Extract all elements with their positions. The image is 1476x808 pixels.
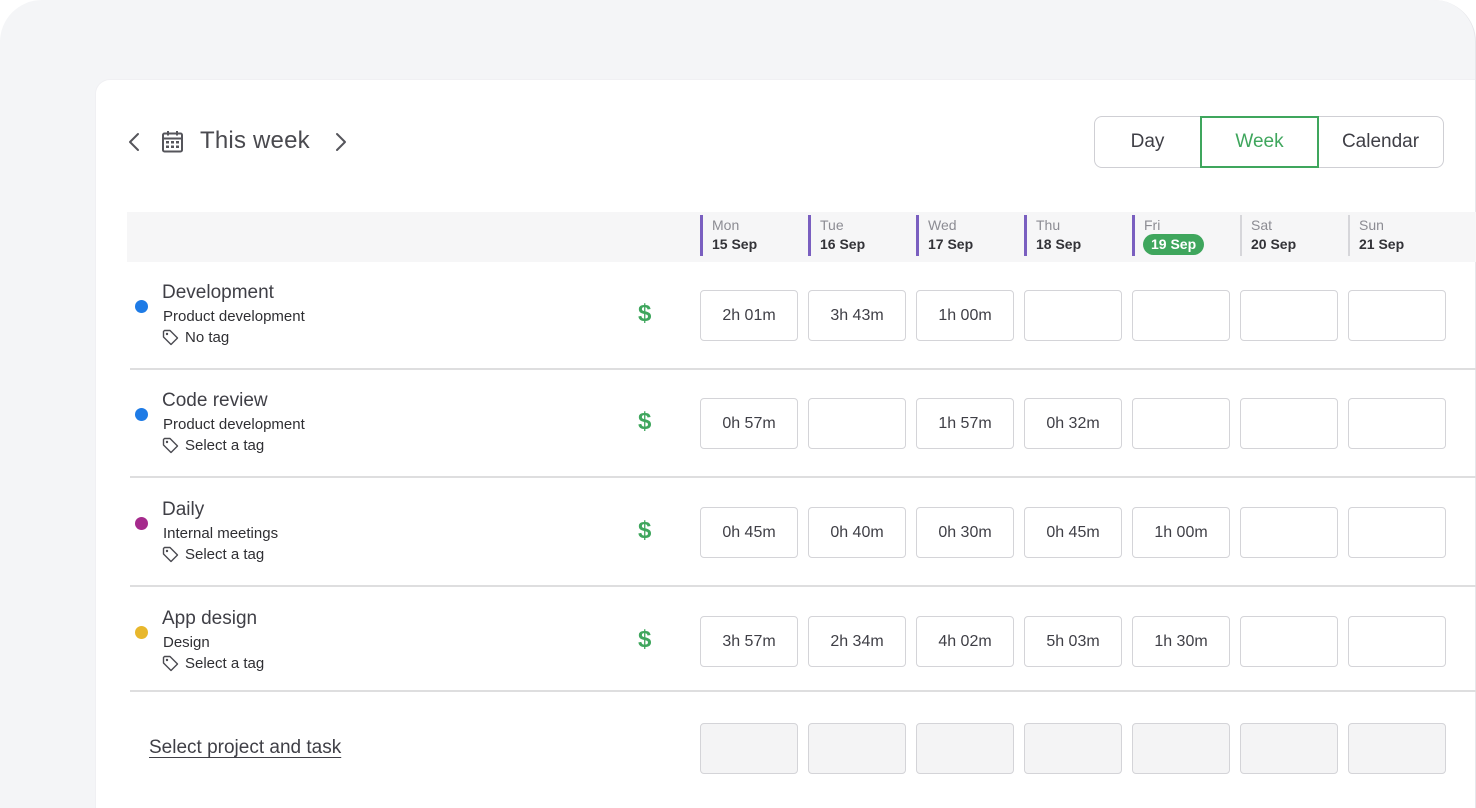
new-entry-cell[interactable] bbox=[1240, 723, 1338, 774]
time-entry-cell[interactable]: 3h 57m bbox=[700, 616, 798, 667]
project-name[interactable]: Code review bbox=[162, 390, 268, 412]
day-date: 15 Sep bbox=[712, 236, 758, 252]
project-name[interactable]: Development bbox=[162, 282, 274, 304]
day-date: 18 Sep bbox=[1036, 236, 1082, 252]
time-entry-cell[interactable] bbox=[1024, 290, 1122, 341]
time-entry-cell[interactable] bbox=[1348, 507, 1446, 558]
day-date: 16 Sep bbox=[820, 236, 866, 252]
day-header-fri: Fri 19 Sep bbox=[1132, 215, 1205, 256]
time-entry-cell[interactable]: 0h 40m bbox=[808, 507, 906, 558]
day-header-wed: Wed 17 Sep bbox=[916, 215, 973, 256]
project-color-dot bbox=[135, 300, 148, 313]
project-name[interactable]: Daily bbox=[162, 499, 204, 521]
chevron-left-icon[interactable] bbox=[124, 131, 146, 153]
billable-dollar-icon[interactable]: $ bbox=[638, 408, 651, 436]
time-entry-cell[interactable]: 0h 32m bbox=[1024, 398, 1122, 449]
task-name: Internal meetings bbox=[163, 525, 279, 542]
time-entry-cell[interactable] bbox=[1132, 398, 1230, 449]
billable-dollar-icon[interactable]: $ bbox=[638, 517, 651, 545]
tag-selector[interactable]: Select a tag bbox=[162, 546, 264, 563]
day-name: Wed bbox=[928, 217, 957, 233]
time-entry-cell[interactable]: 4h 02m bbox=[916, 616, 1014, 667]
time-entry-cell[interactable] bbox=[1348, 616, 1446, 667]
day-header-sun: Sun 21 Sep bbox=[1348, 215, 1404, 256]
chevron-right-icon[interactable] bbox=[329, 131, 351, 153]
time-entry-cell[interactable]: 0h 30m bbox=[916, 507, 1014, 558]
time-entry-cell[interactable]: 0h 45m bbox=[700, 507, 798, 558]
task-name: Design bbox=[163, 634, 210, 651]
time-entry-cell[interactable] bbox=[1240, 290, 1338, 341]
project-color-dot bbox=[135, 408, 148, 421]
time-entry-cell[interactable] bbox=[1240, 616, 1338, 667]
day-date: 17 Sep bbox=[928, 236, 974, 252]
time-entry-cell[interactable]: 2h 01m bbox=[700, 290, 798, 341]
day-date: 21 Sep bbox=[1359, 236, 1405, 252]
day-name: Thu bbox=[1036, 217, 1061, 233]
tag-selector[interactable]: Select a tag bbox=[162, 655, 264, 672]
view-day-button[interactable]: Day bbox=[1095, 117, 1200, 167]
tag-label: Select a tag bbox=[185, 546, 265, 563]
new-entry-cell[interactable] bbox=[916, 723, 1014, 774]
day-header-mon: Mon 15 Sep bbox=[700, 215, 757, 256]
select-project-task-link[interactable]: Select project and task bbox=[149, 737, 341, 759]
project-color-dot bbox=[135, 626, 148, 639]
time-entry-cell[interactable]: 1h 00m bbox=[916, 290, 1014, 341]
new-entry-cell[interactable] bbox=[1132, 723, 1230, 774]
period-title: This week bbox=[200, 127, 310, 154]
day-header-thu: Thu 18 Sep bbox=[1024, 215, 1081, 256]
day-name: Tue bbox=[820, 217, 844, 233]
project-name[interactable]: App design bbox=[162, 608, 257, 630]
new-entry-cell[interactable] bbox=[1348, 723, 1446, 774]
row-divider bbox=[130, 690, 1476, 692]
task-name: Product development bbox=[163, 308, 305, 325]
tag-label: No tag bbox=[185, 329, 230, 346]
tag-icon bbox=[162, 655, 179, 672]
day-date: 20 Sep bbox=[1251, 236, 1297, 252]
day-header-sat: Sat 20 Sep bbox=[1240, 215, 1296, 256]
new-entry-cell[interactable] bbox=[808, 723, 906, 774]
tag-icon bbox=[162, 329, 179, 346]
time-entry-cell[interactable]: 5h 03m bbox=[1024, 616, 1122, 667]
time-entry-cell[interactable]: 0h 57m bbox=[700, 398, 798, 449]
time-entry-cell[interactable]: 1h 57m bbox=[916, 398, 1014, 449]
day-name: Mon bbox=[712, 217, 740, 233]
time-entry-cell[interactable] bbox=[1240, 507, 1338, 558]
tag-label: Select a tag bbox=[185, 437, 265, 454]
time-entry-cell[interactable] bbox=[1348, 398, 1446, 449]
billable-dollar-icon[interactable]: $ bbox=[638, 300, 651, 328]
tag-label: Select a tag bbox=[185, 655, 265, 672]
tag-selector[interactable]: No tag bbox=[162, 329, 229, 346]
today-date-badge: 19 Sep bbox=[1143, 233, 1205, 255]
row-divider bbox=[130, 585, 1476, 587]
row-divider bbox=[130, 476, 1476, 478]
new-entry-cell[interactable] bbox=[1024, 723, 1122, 774]
new-entry-cell[interactable] bbox=[700, 723, 798, 774]
time-entry-cell[interactable] bbox=[1348, 290, 1446, 341]
time-entry-cell[interactable]: 3h 43m bbox=[808, 290, 906, 341]
day-name: Sat bbox=[1251, 217, 1273, 233]
tag-icon bbox=[162, 437, 179, 454]
day-name: Sun bbox=[1359, 217, 1384, 233]
view-switch: Day Week Calendar bbox=[1094, 115, 1444, 168]
time-entry-cell[interactable]: 0h 45m bbox=[1024, 507, 1122, 558]
day-header-tue: Tue 16 Sep bbox=[808, 215, 865, 256]
tag-icon bbox=[162, 546, 179, 563]
time-entry-cell[interactable]: 2h 34m bbox=[808, 616, 906, 667]
time-entry-cell[interactable] bbox=[808, 398, 906, 449]
time-entry-cell[interactable]: 1h 30m bbox=[1132, 616, 1230, 667]
calendar-icon bbox=[161, 130, 184, 153]
day-name: Fri bbox=[1144, 216, 1161, 233]
view-week-button[interactable]: Week bbox=[1200, 115, 1319, 168]
task-name: Product development bbox=[163, 416, 305, 433]
tag-selector[interactable]: Select a tag bbox=[162, 437, 264, 454]
billable-dollar-icon[interactable]: $ bbox=[638, 626, 651, 654]
row-divider bbox=[130, 368, 1476, 370]
time-entry-cell[interactable] bbox=[1240, 398, 1338, 449]
project-color-dot bbox=[135, 517, 148, 530]
view-calendar-button[interactable]: Calendar bbox=[1319, 117, 1442, 167]
time-entry-cell[interactable]: 1h 00m bbox=[1132, 507, 1230, 558]
time-entry-cell[interactable] bbox=[1132, 290, 1230, 341]
